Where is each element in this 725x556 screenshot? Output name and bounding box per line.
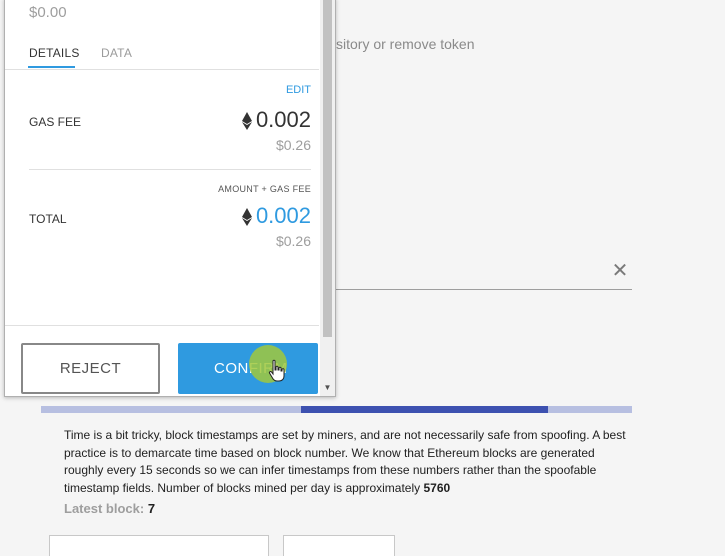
tab-details[interactable]: DETAILS <box>29 46 80 60</box>
tab-data[interactable]: DATA <box>101 46 132 60</box>
active-tab-indicator <box>28 66 75 68</box>
total-eth: 0.002 <box>255 203 311 228</box>
progress-fill <box>301 406 549 413</box>
latest-block-value: 7 <box>147 501 156 516</box>
blocks-per-day-value: 5760 <box>423 480 451 495</box>
hand-cursor-icon <box>268 359 285 382</box>
total-label: TOTAL <box>29 212 67 226</box>
latest-block: Latest block: 7 <box>64 501 155 516</box>
footer-divider <box>5 325 319 326</box>
scrollbar-thumb[interactable] <box>323 0 332 337</box>
scroll-down-arrow-icon[interactable]: ▼ <box>323 383 332 392</box>
latest-block-label: Latest block: <box>64 501 145 516</box>
gas-fee-usd: $0.26 <box>275 137 311 153</box>
timestamp-description: Time is a bit tricky, block timestamps a… <box>64 427 634 497</box>
gas-fee-eth: 0.002 <box>255 107 311 132</box>
total-usd: $0.26 <box>275 233 311 249</box>
bottom-input-box[interactable] <box>49 535 269 556</box>
ethereum-icon <box>241 208 252 227</box>
ethereum-icon <box>241 112 252 131</box>
edit-link[interactable]: EDIT <box>286 84 311 96</box>
amount-usd: $0.00 <box>29 4 67 21</box>
confirm-button[interactable]: CONFIRM <box>178 343 318 394</box>
amount-plus-gas-label: AMOUNT + GAS FEE <box>218 184 311 194</box>
bottom-button-box[interactable] <box>283 535 395 556</box>
description-text: Time is a bit tricky, block timestamps a… <box>64 428 626 495</box>
gas-fee-label: GAS FEE <box>29 115 82 129</box>
input-underline <box>335 289 632 290</box>
close-icon[interactable]: ✕ <box>611 261 629 281</box>
total-value: 0.002 <box>241 203 311 229</box>
gas-fee-value: 0.002 <box>241 107 311 133</box>
transaction-popup: $0.00 DETAILS DATA EDIT GAS FEE 0.002 $0… <box>4 0 336 397</box>
scrollbar[interactable]: ▼ <box>320 0 335 396</box>
token-hint-text: sitory or remove token <box>336 36 475 52</box>
progress-bar <box>41 406 632 413</box>
reject-button[interactable]: REJECT <box>21 343 160 394</box>
tab-bar: DETAILS DATA <box>5 39 319 70</box>
divider <box>29 169 311 170</box>
